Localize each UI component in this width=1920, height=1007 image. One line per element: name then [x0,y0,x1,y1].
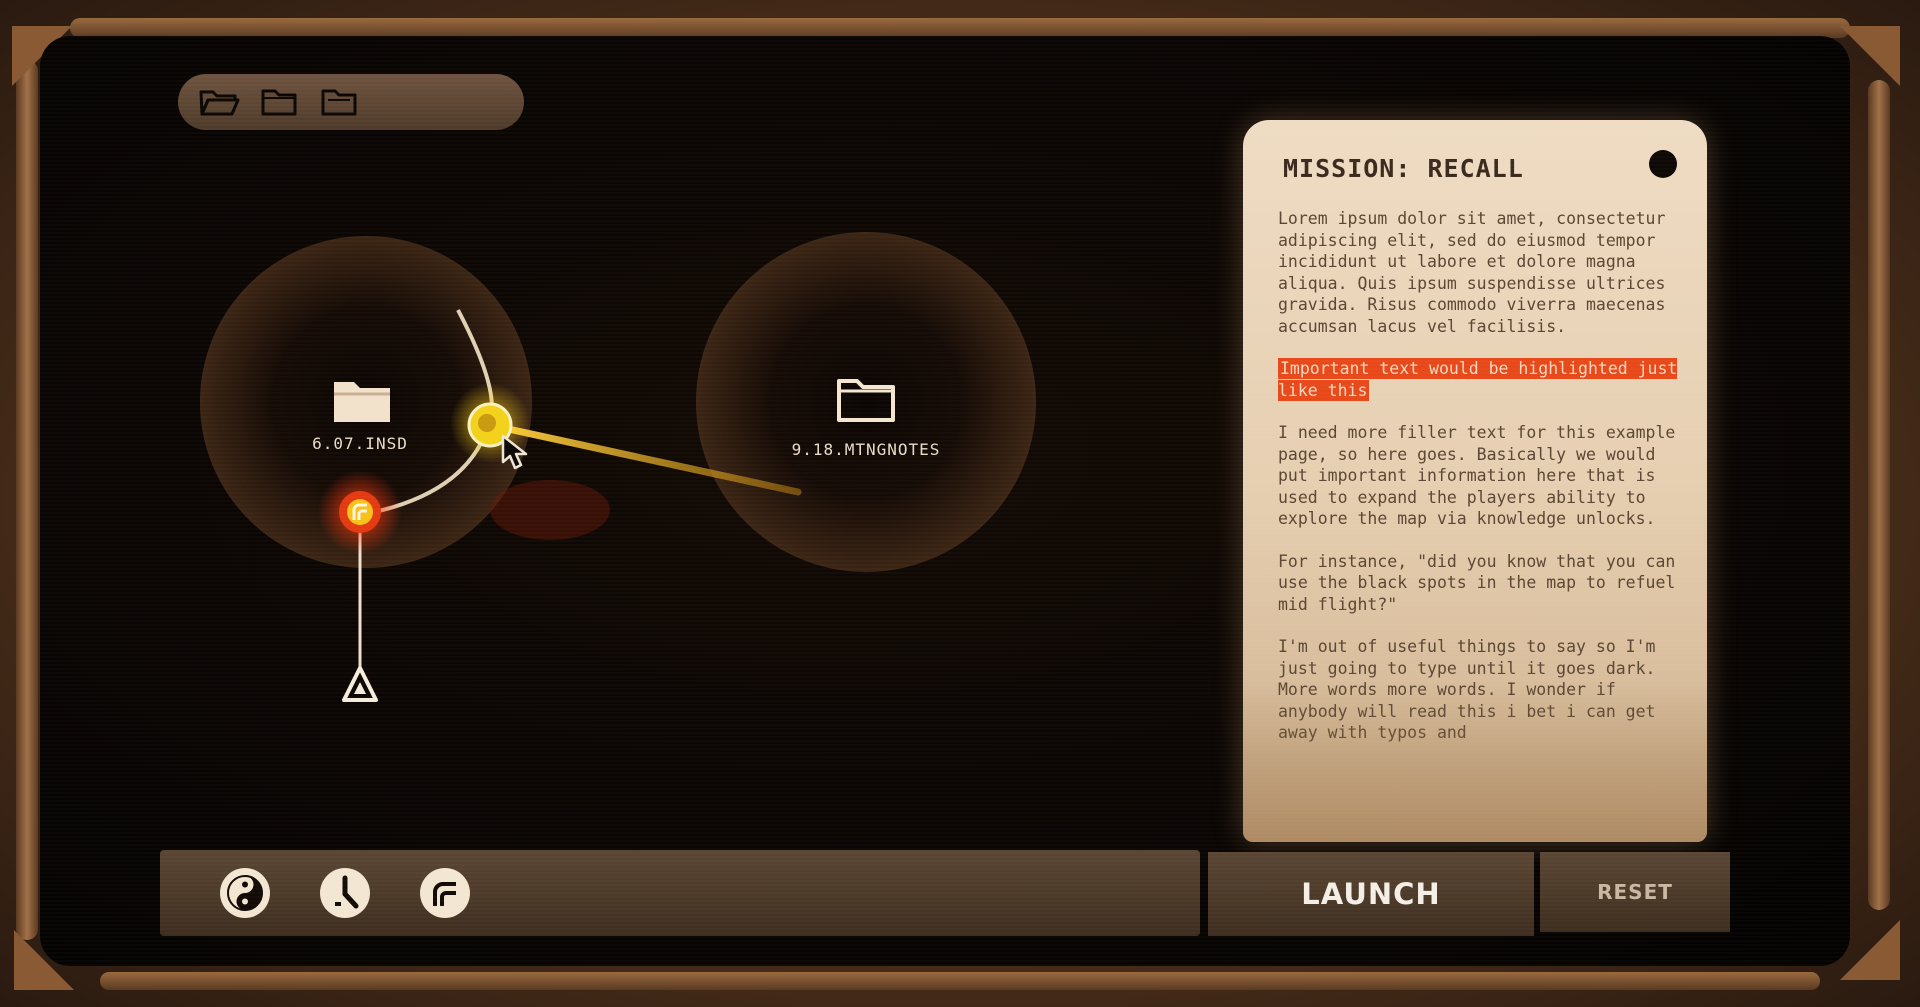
mission-panel: MISSION: RECALL Lorem ipsum dolor sit am… [1243,120,1707,842]
folder-icon [836,377,896,427]
triangle-start-icon[interactable] [340,664,380,710]
frame-rail-left [16,60,38,940]
waypoint-red-icon[interactable] [336,488,384,540]
node-label: 9.18.MTNGNOTES [791,440,941,459]
yin-yang-icon[interactable] [220,868,270,918]
clock-icon[interactable] [320,868,370,918]
folder-open-icon [330,376,396,430]
launch-button[interactable]: LAUNCH [1208,852,1534,936]
panel-fade [1243,680,1707,842]
panel-paragraph: I need more filler text for this example… [1278,423,1676,528]
panel-paragraph: For instance, "did you know that you can… [1278,551,1676,614]
node-label: 6.07.INSD [312,434,408,453]
curve-icon[interactable] [420,868,470,918]
panel-title: MISSION: RECALL [1283,154,1524,183]
cursor-icon [499,432,539,476]
frame-rail-top [70,18,1850,38]
folder-icon[interactable] [258,85,300,119]
folder-open-icon[interactable] [198,85,240,119]
reset-button[interactable]: RESET [1540,852,1730,932]
panel-paragraph: Lorem ipsum dolor sit amet, consectetur … [1278,209,1666,336]
folder-toolbar [178,74,524,130]
tool-bar [160,850,1200,936]
panel-close-dot[interactable] [1649,150,1677,178]
frame-rail-right [1868,80,1890,910]
folder-icon[interactable] [318,85,360,119]
highlighted-text: Important text would be highlighted just… [1278,358,1678,401]
frame-rail-bottom [100,972,1820,990]
